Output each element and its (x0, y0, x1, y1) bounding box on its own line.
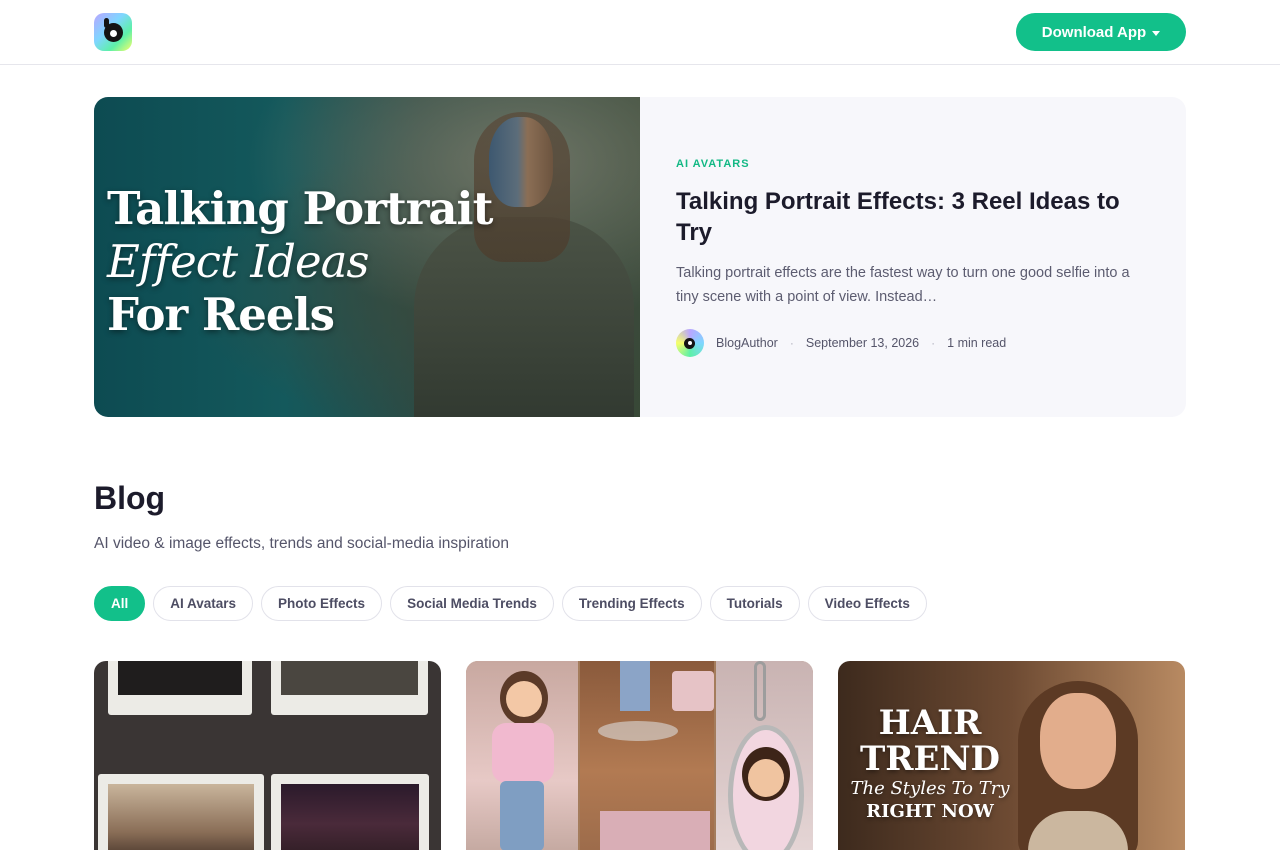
featured-image-title-line1: Talking Portrait (107, 182, 493, 235)
card-title-line1: HAIR (878, 703, 982, 743)
filter-social-media-trends[interactable]: Social Media Trends (390, 586, 554, 621)
download-app-label: Download App (1041, 23, 1147, 41)
featured-image-title-line3: For Reels (107, 288, 335, 341)
acrylic-stand (598, 721, 678, 741)
site-header: Download App (0, 0, 1280, 65)
keychain-panel (716, 661, 813, 850)
polaroid-photo (281, 661, 418, 695)
figure-box-panel (466, 661, 578, 850)
meta-separator-dot: · (789, 336, 794, 350)
featured-excerpt: Talking portrait effects are the fastest… (676, 265, 1130, 305)
download-app-button[interactable]: Download App (1016, 13, 1186, 51)
polaroid-frame (108, 661, 252, 715)
charm-face (748, 759, 784, 797)
post-card-image[interactable] (94, 661, 441, 850)
caret-down-icon (1152, 30, 1161, 36)
filter-all[interactable]: All (94, 586, 146, 621)
post-card-image[interactable]: HAIR TREND The Styles To Try RIGHT NOW (838, 661, 1185, 850)
book (672, 671, 714, 711)
figure-legs (620, 661, 650, 711)
featured-image-title-line2: Effect Ideas (107, 235, 370, 288)
featured-image[interactable]: Talking Portrait Effect Ideas For Reels (94, 97, 640, 417)
polaroid-frame (271, 661, 428, 715)
polaroid-photo (108, 784, 254, 850)
post-card-image[interactable] (466, 661, 813, 850)
polaroid-frame (271, 774, 429, 850)
featured-post[interactable]: Talking Portrait Effect Ideas For Reels … (94, 97, 1186, 417)
filter-trending-effects[interactable]: Trending Effects (561, 586, 702, 621)
toy-bed (600, 811, 710, 850)
author-avatar (676, 329, 704, 357)
filter-tutorials[interactable]: Tutorials (709, 586, 800, 621)
read-time: 1 min read (947, 336, 1007, 350)
keychain-chain (754, 661, 766, 721)
doll-jeans (500, 781, 544, 850)
polaroid-photo (281, 784, 419, 850)
featured-title[interactable]: Talking Portrait Effects: 3 Reel Ideas t… (676, 186, 1156, 248)
doll-face (506, 681, 542, 717)
meta-separator-dot: · (931, 336, 936, 350)
card-title-line4: RIGHT NOW (866, 801, 994, 822)
post-date: September 13, 2026 (805, 336, 920, 350)
card-title-line2: TREND (859, 739, 1001, 779)
category-filters: All AI Avatars Photo Effects Social Medi… (94, 586, 927, 621)
woman-face (1040, 693, 1116, 789)
featured-image-title: Talking Portrait Effect Ideas For Reels (107, 182, 493, 341)
app-logo[interactable] (94, 13, 132, 51)
card-title-line3: The Styles To Try (850, 778, 1010, 799)
desk-panel (580, 661, 714, 850)
filter-photo-effects[interactable]: Photo Effects (261, 586, 383, 621)
portrait-figure (1008, 671, 1148, 850)
filter-video-effects[interactable]: Video Effects (807, 586, 927, 621)
featured-category[interactable]: AI AVATARS (676, 158, 750, 170)
author-name[interactable]: BlogAuthor (716, 336, 778, 350)
page-subtitle: AI video & image effects, trends and soc… (94, 535, 509, 552)
page-title: Blog (94, 480, 166, 516)
hero-figure-face (489, 117, 553, 207)
polaroid-frame (98, 774, 264, 850)
filter-ai-avatars[interactable]: AI Avatars (153, 586, 254, 621)
card-image-title: HAIR TREND The Styles To Try RIGHT NOW (838, 705, 1022, 823)
polaroid-photo (118, 661, 242, 695)
doll-jacket (492, 723, 554, 783)
logo-mark (104, 23, 123, 42)
featured-meta: BlogAuthor · September 13, 2026 · 1 min … (676, 329, 1006, 357)
